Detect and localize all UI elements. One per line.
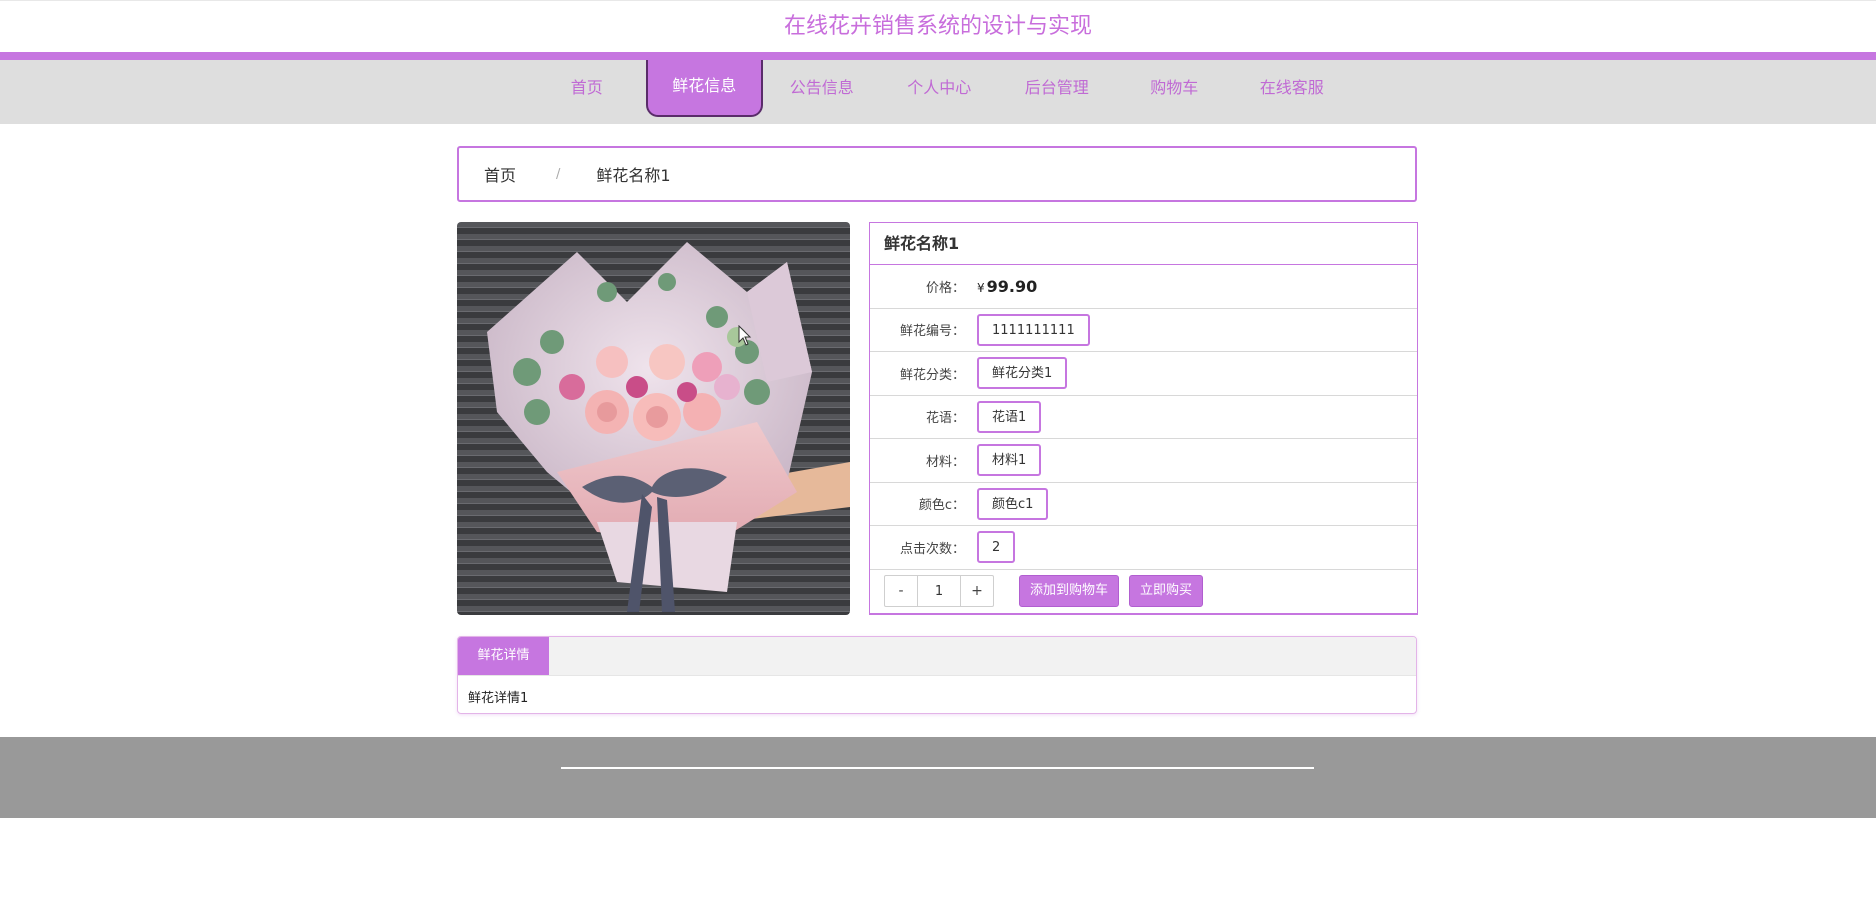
details-panel: 鲜花详情 鲜花详情1 <box>457 636 1417 714</box>
field-row-code: 鲜花编号： 1111111111 <box>870 309 1417 352</box>
accent-bar <box>0 52 1876 60</box>
nav-item-announcements[interactable]: 公告信息 <box>763 60 881 124</box>
field-label: 材料： <box>925 454 965 470</box>
price-label: 价格： <box>925 280 965 296</box>
purchase-row: - + 添加到购物车 立即购买 <box>870 570 1417 614</box>
currency-symbol: ¥ <box>977 280 985 295</box>
tab-flower-details[interactable]: 鲜花详情 <box>458 637 549 675</box>
product-name: 鲜花名称1 <box>870 223 1417 265</box>
field-label: 鲜花分类： <box>899 367 965 383</box>
field-row-flower-language: 花语： 花语1 <box>870 396 1417 439</box>
add-to-cart-button[interactable]: 添加到购物车 <box>1019 575 1120 607</box>
field-row-material: 材料： 材料1 <box>870 439 1417 483</box>
mouse-pointer-icon <box>738 325 752 346</box>
field-value-color: 颜色c1 <box>977 487 1049 520</box>
field-row-clicks: 点击次数： 2 <box>870 526 1417 570</box>
nav-item-cart[interactable]: 购物车 <box>1116 60 1234 124</box>
field-value-clicks: 2 <box>977 531 1016 564</box>
field-value-category: 鲜花分类1 <box>977 357 1068 390</box>
details-tab-bar: 鲜花详情 <box>458 637 1416 676</box>
nav-item-admin[interactable]: 后台管理 <box>998 60 1116 124</box>
field-label: 颜色c： <box>918 498 965 514</box>
footer <box>0 737 1876 818</box>
quantity-input[interactable] <box>917 576 961 606</box>
nav-item-profile[interactable]: 个人中心 <box>881 60 999 124</box>
field-row-category: 鲜花分类： 鲜花分类1 <box>870 352 1417 396</box>
main-nav: 首页 鲜花信息 公告信息 个人中心 后台管理 购物车 在线客服 <box>0 60 1876 124</box>
product-image <box>457 222 850 615</box>
field-label: 鲜花编号： <box>899 324 965 340</box>
field-value-code: 1111111111 <box>977 313 1090 346</box>
buy-now-button[interactable]: 立即购买 <box>1129 575 1204 607</box>
nav-item-support[interactable]: 在线客服 <box>1233 60 1351 124</box>
details-content: 鲜花详情1 <box>468 691 529 706</box>
quantity-stepper: - + <box>884 575 994 607</box>
field-label: 花语： <box>925 411 965 427</box>
field-value-material: 材料1 <box>977 444 1042 477</box>
field-value-flower-language: 花语1 <box>977 400 1042 433</box>
nav-item-home[interactable]: 首页 <box>528 60 646 124</box>
footer-divider <box>561 767 1314 769</box>
field-label: 点击次数： <box>899 541 965 557</box>
quantity-decrease-button[interactable]: - <box>885 576 917 606</box>
nav-item-flowers[interactable]: 鲜花信息 <box>645 60 763 117</box>
field-row-color: 颜色c： 颜色c1 <box>870 483 1417 526</box>
breadcrumb: 首页 / 鲜花名称1 <box>457 146 1417 202</box>
price-row: 价格： ¥99.90 <box>870 265 1417 309</box>
price-value: 99.90 <box>986 276 1038 296</box>
quantity-increase-button[interactable]: + <box>961 576 993 606</box>
site-title: 在线花卉销售系统的设计与实现 <box>0 0 1876 52</box>
product-price: ¥99.90 <box>977 277 1037 296</box>
breadcrumb-home[interactable]: 首页 <box>484 162 516 186</box>
breadcrumb-current: 鲜花名称1 <box>596 166 671 185</box>
product-info-panel: 鲜花名称1 价格： ¥99.90 鲜花编号： 1111111111 鲜花分类： … <box>869 222 1418 615</box>
breadcrumb-separator: / <box>556 166 561 182</box>
